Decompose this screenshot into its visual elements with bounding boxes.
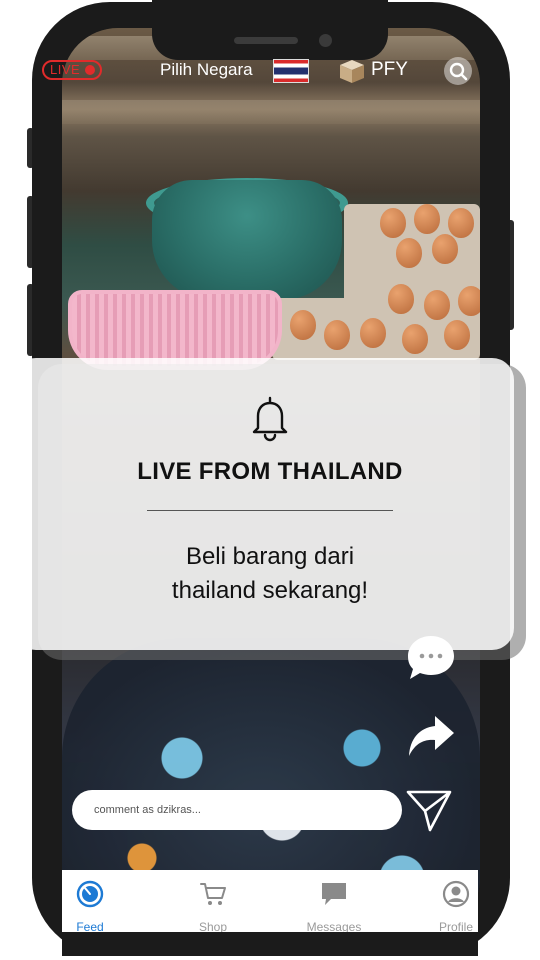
search-icon xyxy=(449,62,468,81)
egg xyxy=(388,284,414,314)
notification-body-line: thailand sekarang! xyxy=(171,577,369,604)
nav-item-profile[interactable]: Profile xyxy=(411,870,501,934)
bell-icon xyxy=(252,396,288,442)
egg xyxy=(360,318,386,348)
egg xyxy=(432,234,458,264)
egg xyxy=(444,320,470,350)
phone-frame-bottom xyxy=(62,932,478,956)
green-tub xyxy=(152,180,342,300)
nav-item-feed[interactable]: Feed xyxy=(45,870,135,934)
egg xyxy=(324,320,350,350)
notification-title: LIVE FROM THAILAND xyxy=(137,458,403,485)
send-paper-plane-icon[interactable] xyxy=(404,786,454,834)
egg xyxy=(414,204,440,234)
share-arrow-icon[interactable] xyxy=(406,712,456,760)
notification-body-line: Beli barang dari xyxy=(185,543,355,570)
notification-divider xyxy=(147,510,393,511)
brand-logo-text: PFY xyxy=(371,59,408,80)
notification-body: Beli barang dari thailand sekarang! xyxy=(14,540,526,608)
egg xyxy=(424,290,450,320)
egg xyxy=(380,208,406,238)
nav-item-shop[interactable]: Shop xyxy=(168,870,258,934)
comment-input[interactable] xyxy=(72,790,402,830)
live-label: LIVE xyxy=(50,62,81,77)
live-badge[interactable]: LIVE xyxy=(42,60,102,80)
front-camera xyxy=(319,34,332,47)
wood-plank xyxy=(62,100,480,124)
feed-icon xyxy=(76,880,104,908)
thailand-flag-icon[interactable] xyxy=(273,59,309,83)
bottom-nav-bar: Feed Shop Messages Profile xyxy=(62,870,478,934)
comment-bubble-icon[interactable] xyxy=(405,632,457,684)
cart-icon xyxy=(200,883,226,905)
country-selector[interactable]: Pilih Negara xyxy=(160,60,253,80)
profile-icon xyxy=(442,880,470,908)
egg xyxy=(448,208,474,238)
nav-item-messages[interactable]: Messages xyxy=(289,870,379,934)
live-dot-icon xyxy=(85,65,95,75)
egg xyxy=(290,310,316,340)
search-button[interactable] xyxy=(444,57,472,85)
speaker-grille xyxy=(234,37,298,44)
phone-notch xyxy=(152,0,388,60)
package-box-icon xyxy=(340,60,364,83)
message-icon xyxy=(322,883,346,905)
egg xyxy=(402,324,428,354)
egg xyxy=(458,286,480,316)
egg xyxy=(396,238,422,268)
